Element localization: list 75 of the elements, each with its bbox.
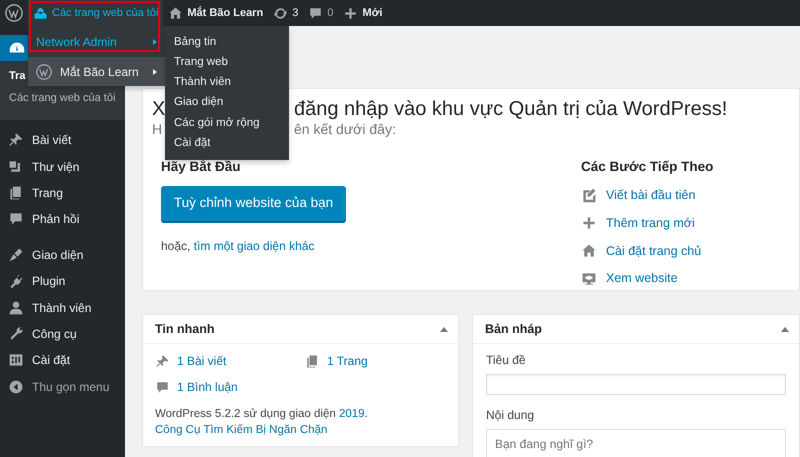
- submenu-item[interactable]: Trang web: [165, 52, 289, 73]
- sidebar-item[interactable]: Bài viết: [0, 127, 125, 154]
- submenu-item[interactable]: Bảng tin: [165, 32, 289, 52]
- title-input[interactable]: [486, 374, 786, 395]
- dropdown-item[interactable]: Network Admin: [28, 26, 165, 57]
- sidebar-item[interactable]: Công cụ: [0, 320, 125, 348]
- version-text: WordPress 5.2.2 sử dụng giao diện 2019.: [155, 407, 369, 422]
- sliders-icon: [8, 352, 24, 368]
- section-title: Hãy Bắt Đầu: [161, 159, 242, 175]
- theme-link[interactable]: 2019: [338, 408, 365, 420]
- sidebar-item[interactable]: Cài đặt: [0, 347, 125, 374]
- panel-title: Tin nhanh: [155, 320, 214, 338]
- sidebar-item[interactable]: Plugin: [0, 268, 125, 294]
- refresh-icon: [273, 6, 288, 20]
- next-step-link[interactable]: Viết bài đầu tiên: [606, 186, 696, 205]
- home-icon: [168, 6, 184, 20]
- submenu-item[interactable]: Các gói mở rộng: [165, 113, 289, 134]
- speech-bubble-icon: [155, 380, 170, 394]
- welcome-heading: đăng nhập vào khu vực Quản trị của WordPress!: [294, 97, 728, 121]
- count-link[interactable]: 1 Bài viết: [177, 352, 226, 370]
- plug-icon: [8, 273, 24, 290]
- pages-icon: [8, 184, 24, 201]
- speech-bubble-icon: [8, 211, 24, 228]
- pages-icon: [305, 354, 320, 368]
- notice-link[interactable]: Công Cụ Tìm Kiếm Bị Ngăn Chặn: [155, 424, 328, 436]
- wrench-icon: [8, 326, 24, 342]
- submenu-arrow-icon: [153, 68, 157, 74]
- sidebar-item[interactable]: Trang: [0, 180, 125, 206]
- customize-button[interactable]: Tuỳ chỉnh website của bạn: [161, 186, 346, 223]
- panel-title: Bản nháp: [485, 320, 542, 338]
- comments-counter[interactable]: 0: [303, 0, 338, 26]
- sidebar-item[interactable]: Thành viên: [0, 294, 125, 321]
- plus-icon: [581, 215, 597, 232]
- speech-bubble-icon: [308, 6, 324, 20]
- wordpress-logo-icon: [36, 64, 52, 80]
- welcome-subtitle: ên kết dưới đây:: [294, 121, 396, 138]
- sidebar-item[interactable]: Phản hồi: [0, 206, 125, 233]
- pin-icon: [8, 132, 24, 148]
- submenu-link[interactable]: Các trang web của tôi: [9, 91, 116, 105]
- count-link[interactable]: 1 Bình luận: [177, 378, 238, 396]
- alternative-text: hoặc, tìm một giao diện khác: [161, 238, 316, 255]
- submenu-link[interactable]: Tra: [9, 69, 26, 83]
- content-textarea[interactable]: Bạn đang nghĩ gì?: [486, 429, 786, 457]
- next-step-link[interactable]: Thêm trang mới: [606, 214, 695, 232]
- next-step-link[interactable]: Cài đặt trang chủ: [606, 242, 702, 260]
- submenu-arrow-icon: [153, 38, 157, 44]
- submenu-item[interactable]: Thành viên: [165, 72, 289, 93]
- sidebar-item[interactable]: Giao diện: [0, 242, 125, 268]
- theme-link[interactable]: tìm một giao diện khác: [194, 239, 314, 253]
- brush-icon: [8, 246, 24, 263]
- home-icon: [581, 242, 597, 259]
- submenu-item[interactable]: Giao diện: [165, 92, 289, 114]
- collapse-toggle-icon[interactable]: [781, 326, 789, 332]
- person-icon: [8, 300, 24, 316]
- next-step-link[interactable]: Xem website: [606, 269, 678, 288]
- section-title: Các Bước Tiếp Theo: [581, 159, 714, 175]
- dropdown-item[interactable]: Mắt Bão Learn: [28, 57, 165, 86]
- screen-eye-icon: [581, 270, 597, 287]
- updates-counter[interactable]: 3: [268, 0, 304, 26]
- welcome-subtitle: H: [152, 121, 162, 137]
- new-content-menu[interactable]: Mới: [338, 0, 388, 26]
- field-label: Tiêu đề: [486, 352, 527, 369]
- my-sites-menu[interactable]: Các trang web của tôi: [28, 0, 164, 26]
- submenu-item[interactable]: Cài đặt: [165, 133, 289, 154]
- pencil-note-icon: [581, 187, 597, 204]
- plus-icon: [343, 6, 358, 20]
- welcome-heading: X: [152, 98, 166, 120]
- count-link[interactable]: 1 Trang: [327, 352, 368, 370]
- site-name-menu[interactable]: Mắt Bão Learn: [163, 0, 268, 26]
- wordpress-logo-icon: [5, 4, 23, 22]
- sidebar-item[interactable]: Thư viện: [0, 153, 125, 180]
- collapse-menu-button[interactable]: Thu gọn menu: [0, 374, 125, 400]
- collapse-toggle-icon[interactable]: [440, 326, 448, 332]
- field-label: Nội dung: [486, 407, 536, 424]
- pin-icon: [155, 354, 170, 368]
